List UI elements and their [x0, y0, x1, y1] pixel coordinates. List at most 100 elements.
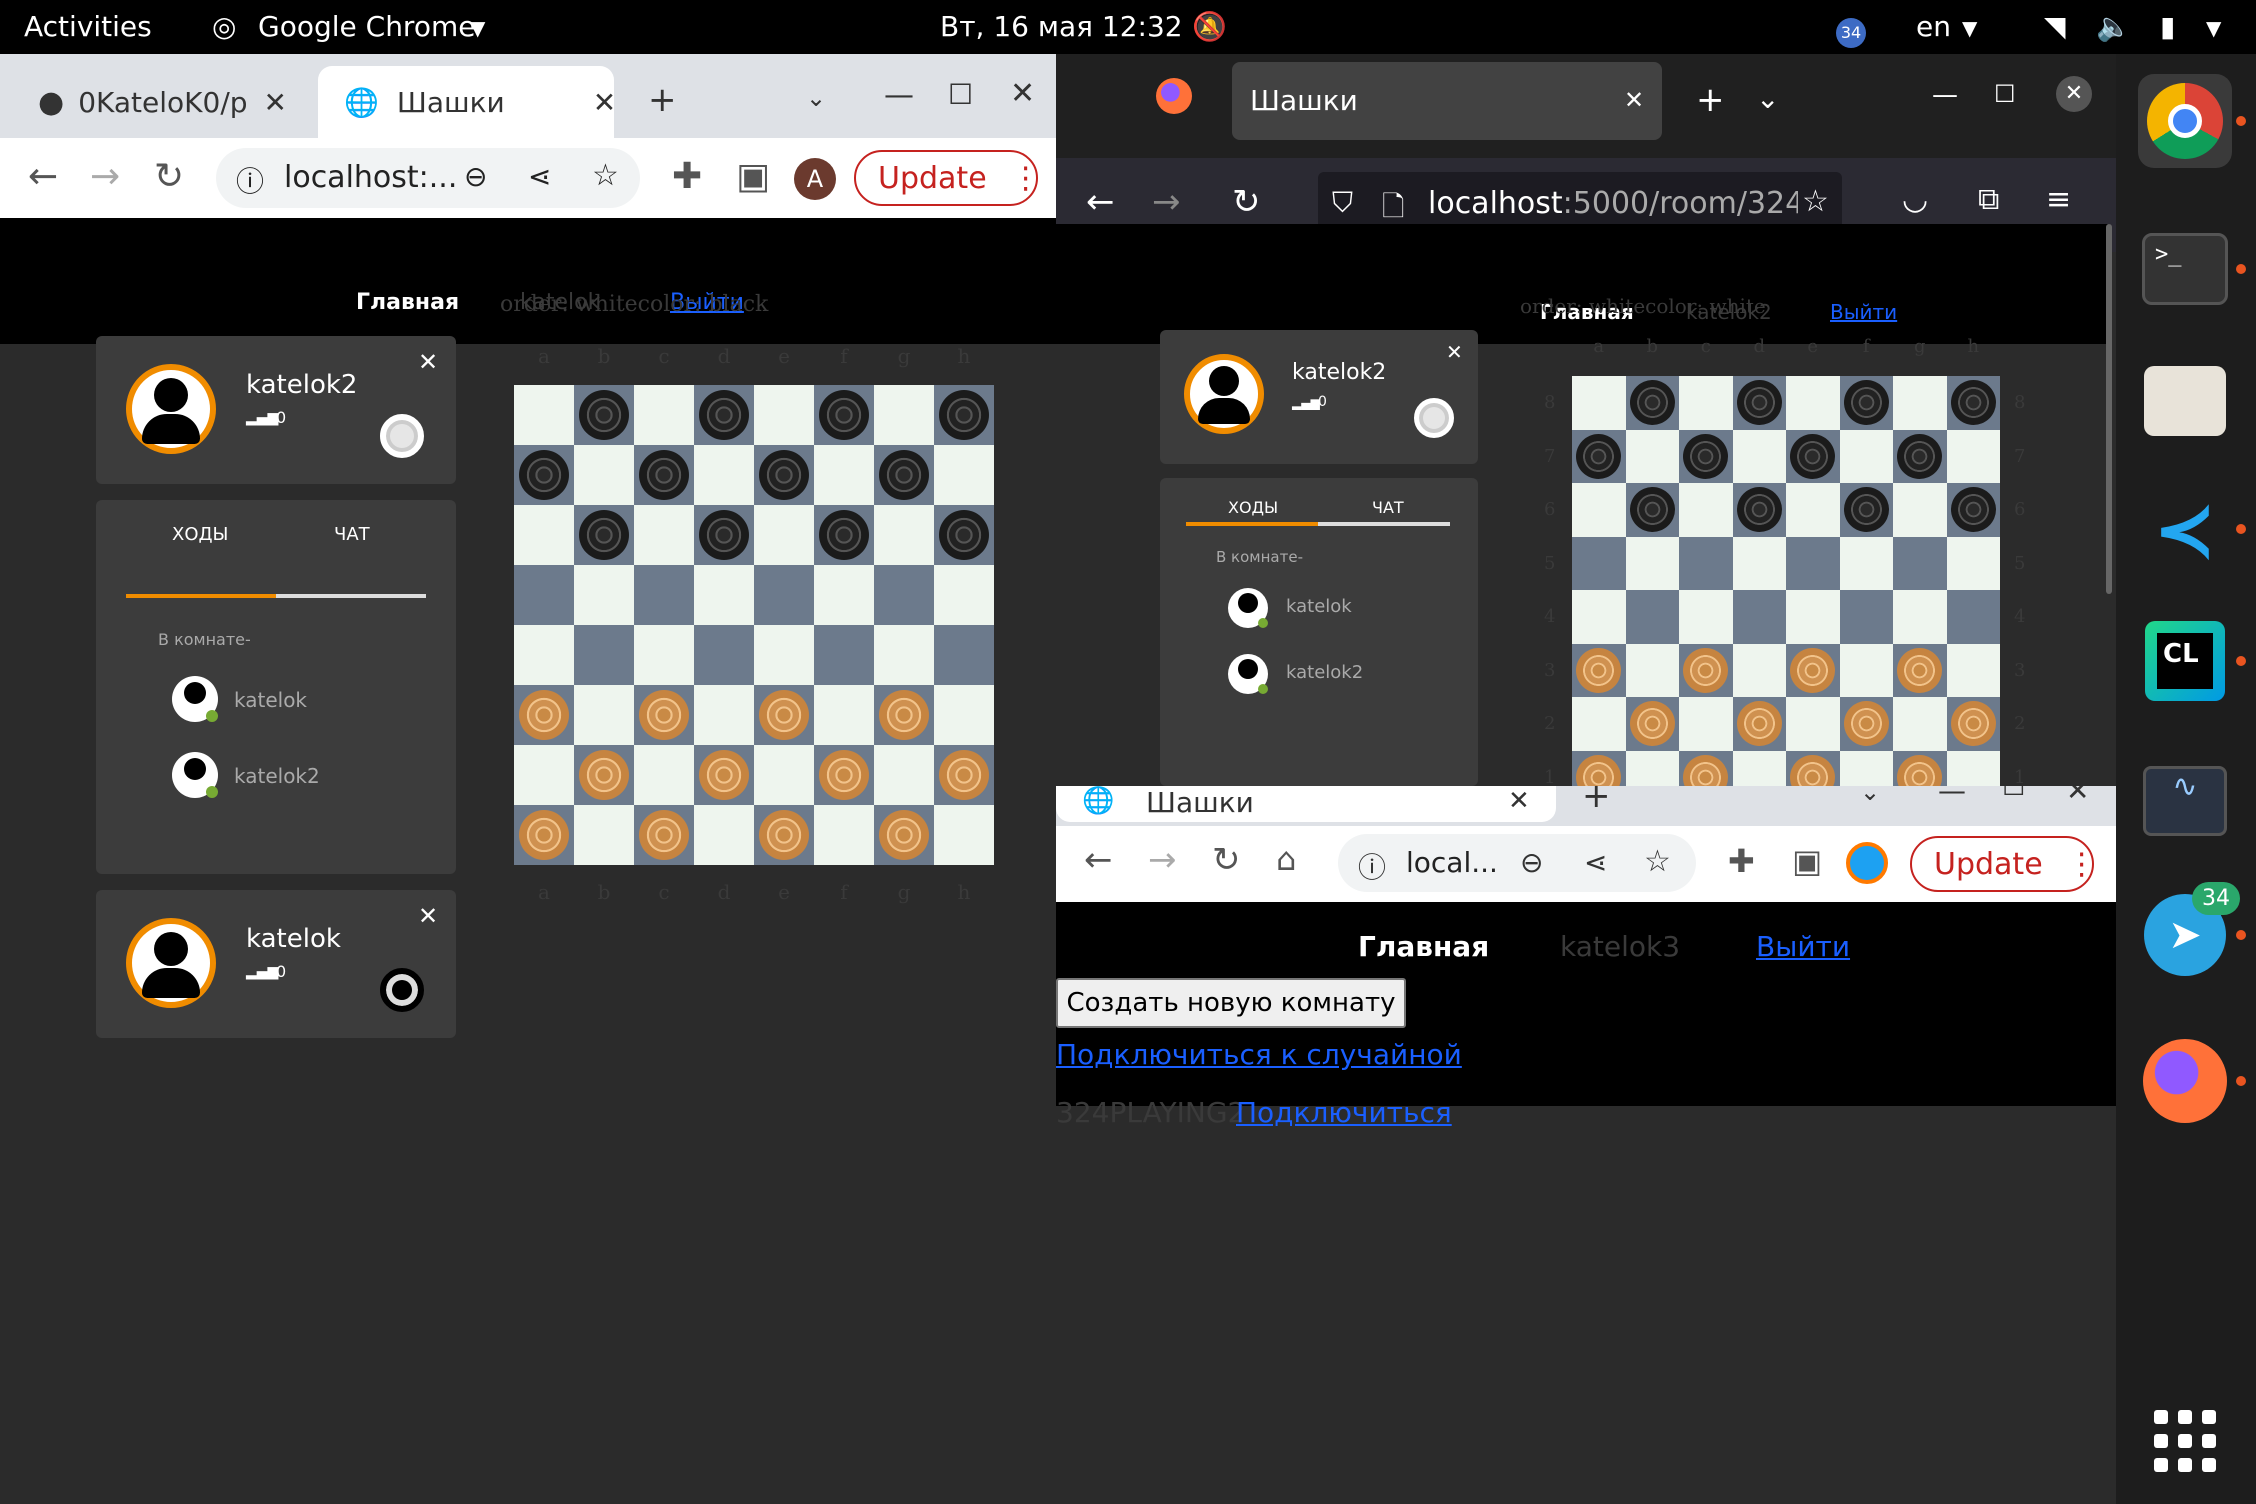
board-square[interactable] — [634, 565, 694, 625]
system-monitor-icon[interactable]: ∿ — [2138, 754, 2232, 848]
black-checker-icon[interactable] — [818, 509, 870, 561]
tab-chat[interactable]: ЧАТ — [1372, 498, 1404, 517]
board-square[interactable] — [1625, 697, 1679, 751]
tab-chat[interactable]: ЧАТ — [334, 524, 370, 545]
board-square[interactable] — [694, 745, 754, 805]
new-tab-icon[interactable]: + — [648, 80, 677, 120]
join-random-link[interactable]: Подключиться к случайной — [1056, 1038, 1462, 1071]
white-checker-icon[interactable] — [1576, 647, 1622, 693]
board-square[interactable] — [1839, 536, 1893, 590]
language-indicator[interactable]: en — [1916, 10, 1951, 43]
board-square[interactable] — [574, 565, 634, 625]
update-button[interactable]: Update ⋮ — [854, 150, 1041, 206]
board-square[interactable] — [754, 625, 814, 685]
white-checker-icon[interactable] — [1897, 647, 1943, 693]
pocket-icon[interactable]: ◡ — [1902, 182, 1928, 217]
side-panel-icon[interactable]: ▣ — [1792, 842, 1822, 880]
minimize-icon[interactable]: — — [1938, 786, 1966, 807]
board-square[interactable] — [1839, 643, 1893, 697]
board-square[interactable] — [1893, 590, 1947, 644]
board-square[interactable] — [694, 685, 754, 745]
board-square[interactable] — [1732, 697, 1786, 751]
reload-icon[interactable]: ↻ — [1212, 840, 1241, 880]
black-checker-icon[interactable] — [1736, 487, 1782, 533]
board-square[interactable] — [1786, 429, 1840, 483]
white-checker-icon[interactable] — [1736, 701, 1782, 747]
clock[interactable]: Вт, 16 мая 12:32 — [940, 10, 1183, 43]
maximize-icon[interactable]: ☐ — [948, 78, 973, 111]
board-square[interactable] — [514, 745, 574, 805]
close-icon[interactable]: ✕ — [1624, 86, 1644, 114]
board-square[interactable] — [1572, 536, 1626, 590]
app-menu[interactable]: Google Chrome — [258, 10, 475, 43]
black-checker-icon[interactable] — [1950, 380, 1996, 426]
black-checker-icon[interactable] — [698, 509, 750, 561]
tab-moves[interactable]: ХОДЫ — [1228, 498, 1278, 517]
firefox-icon[interactable] — [2138, 1034, 2246, 1128]
update-button[interactable]: Update ⋮ — [1910, 836, 2097, 892]
more-icon[interactable]: ⋮ — [2067, 847, 2097, 882]
close-window-icon[interactable]: ✕ — [1010, 76, 1035, 111]
board-square[interactable] — [694, 625, 754, 685]
board-square[interactable] — [874, 745, 934, 805]
board-square[interactable] — [694, 565, 754, 625]
board-square[interactable] — [1679, 643, 1733, 697]
black-checker-icon[interactable] — [1843, 380, 1889, 426]
board-square[interactable] — [874, 385, 934, 445]
board-square[interactable] — [1893, 483, 1947, 537]
board-square[interactable] — [1786, 376, 1840, 430]
reload-icon[interactable]: ↻ — [1232, 182, 1261, 222]
board-square[interactable] — [754, 805, 814, 865]
checkers-board[interactable] — [1572, 376, 2000, 804]
board-square[interactable] — [574, 805, 634, 865]
black-checker-icon[interactable] — [1736, 380, 1782, 426]
back-icon[interactable]: ← — [1084, 840, 1113, 880]
board-square[interactable] — [934, 805, 994, 865]
files-icon[interactable] — [2138, 354, 2232, 448]
connect-link[interactable]: Подключиться — [1236, 1096, 1452, 1129]
board-square[interactable] — [1893, 429, 1947, 483]
black-checker-icon[interactable] — [638, 449, 690, 501]
black-checker-icon[interactable] — [878, 449, 930, 501]
board-square[interactable] — [514, 505, 574, 565]
board-square[interactable] — [1572, 643, 1626, 697]
board-square[interactable] — [874, 445, 934, 505]
board-square[interactable] — [694, 385, 754, 445]
zoom-icon[interactable]: ⊖ — [464, 160, 487, 193]
board-square[interactable] — [754, 445, 814, 505]
board-square[interactable] — [1679, 376, 1733, 430]
close-icon[interactable]: ✕ — [1446, 340, 1463, 364]
address-bar[interactable]: ⓘ local... ⊖ ⋖ ☆ — [1338, 834, 1696, 892]
board-square[interactable] — [814, 745, 874, 805]
board-square[interactable] — [694, 445, 754, 505]
white-checker-icon[interactable] — [1950, 701, 1996, 747]
white-checker-icon[interactable] — [578, 749, 630, 801]
board-square[interactable] — [514, 685, 574, 745]
board-square[interactable] — [1946, 429, 2000, 483]
black-checker-icon[interactable] — [1629, 380, 1675, 426]
board-square[interactable] — [634, 685, 694, 745]
board-square[interactable] — [1732, 590, 1786, 644]
star-icon[interactable]: ☆ — [592, 158, 619, 193]
board-square[interactable] — [634, 445, 694, 505]
profile-avatar[interactable] — [1846, 842, 1888, 884]
board-square[interactable] — [1625, 643, 1679, 697]
forward-icon[interactable]: → — [1152, 182, 1181, 222]
minimize-icon[interactable]: — — [1932, 80, 1958, 110]
board-square[interactable] — [514, 565, 574, 625]
board-square[interactable] — [1946, 697, 2000, 751]
board-square[interactable] — [874, 685, 934, 745]
address-bar[interactable]: ⓘ localhost:... ⊖ ⋖ ☆ — [216, 148, 640, 208]
board-square[interactable] — [1839, 590, 1893, 644]
black-checker-icon[interactable] — [1629, 487, 1675, 533]
board-square[interactable] — [1786, 590, 1840, 644]
board-square[interactable] — [1679, 697, 1733, 751]
battery-icon[interactable]: ▮ — [2160, 10, 2175, 43]
create-room-button[interactable]: Создать новую комнату — [1056, 978, 1406, 1028]
board-square[interactable] — [934, 505, 994, 565]
board-square[interactable] — [814, 685, 874, 745]
board-square[interactable] — [754, 685, 814, 745]
close-icon[interactable]: ✕ — [264, 86, 287, 119]
tab-moves[interactable]: ХОДЫ — [172, 524, 228, 545]
board-square[interactable] — [1893, 536, 1947, 590]
